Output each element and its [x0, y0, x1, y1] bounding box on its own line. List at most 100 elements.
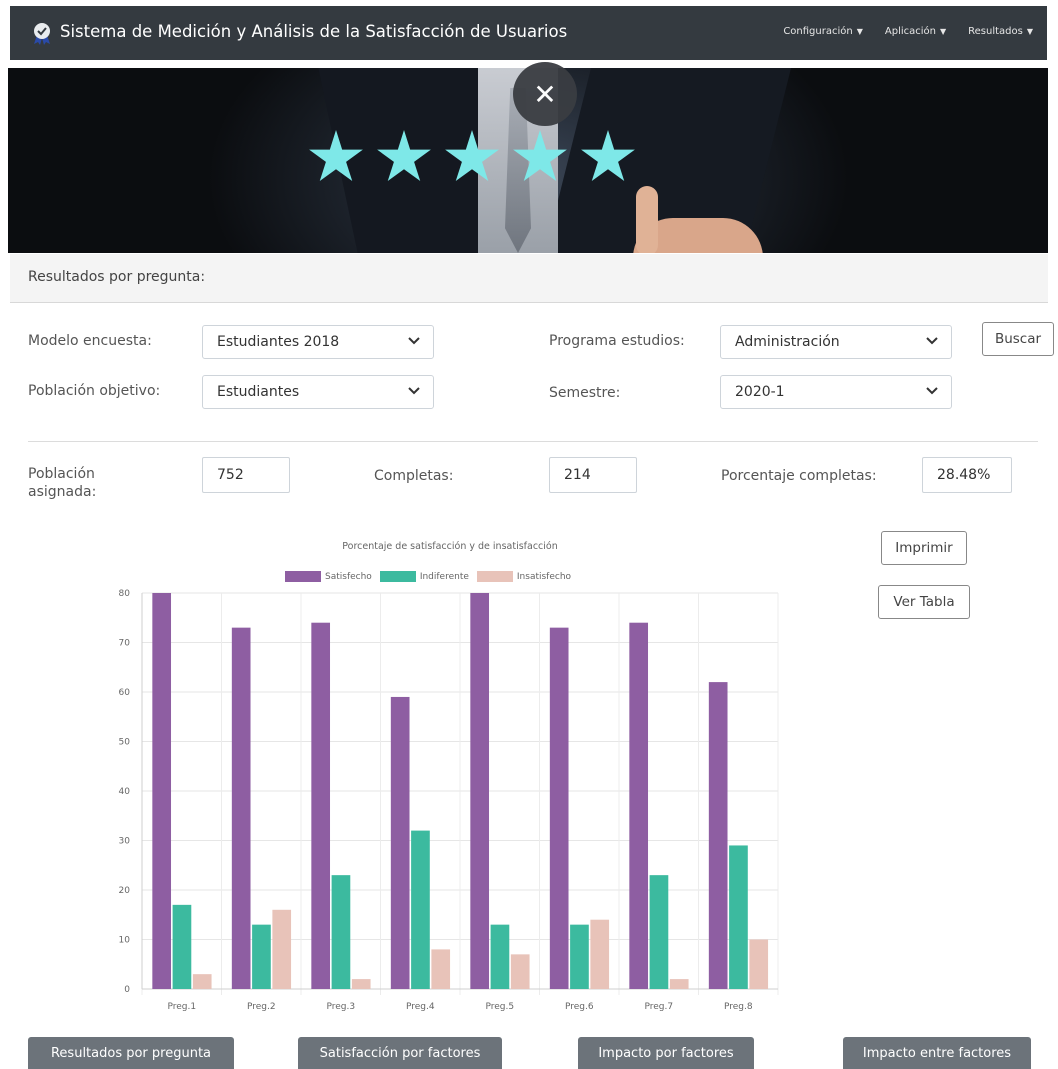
bar-satisfecho — [708, 682, 728, 989]
menu-label: Configuración — [783, 26, 853, 37]
bar-satisfecho — [390, 696, 410, 989]
semestre-select[interactable]: 2020-1 — [720, 375, 952, 409]
bar-satisfecho — [549, 627, 569, 989]
menu-configuracion[interactable]: Configuración ▼ — [783, 26, 863, 37]
completas-field[interactable]: 214 — [549, 457, 637, 493]
imprimir-button[interactable]: Imprimir — [881, 531, 967, 565]
legend-swatch — [476, 571, 513, 582]
y-tick-label: 60 — [119, 688, 131, 698]
menu-aplicacion[interactable]: Aplicación ▼ — [885, 26, 946, 37]
legend-label: Insatisfecho — [516, 571, 572, 582]
bar-satisfecho — [231, 627, 251, 989]
impacto-entre-factores-button[interactable]: Impacto entre factores — [843, 1037, 1031, 1069]
bar-insatisfecho — [669, 979, 689, 989]
legend-swatch — [379, 571, 416, 582]
bar-chart: 0 10 20 30 40 50 60 70 80 Preg.1 Preg.2 Preg.3 Preg.… — [119, 589, 779, 1012]
impacto-por-factores-button[interactable]: Impacto por factores — [578, 1037, 754, 1069]
legend-swatch — [285, 571, 321, 582]
menu-label: Resultados — [968, 26, 1023, 37]
bar-indiferente — [490, 924, 510, 989]
bar-insatisfecho — [510, 954, 530, 989]
y-tick-label: 10 — [119, 936, 131, 946]
x-tick-label: Preg.1 — [167, 1002, 196, 1012]
poblacion-value: Estudiantes — [217, 384, 300, 400]
x-tick-label: Preg.2 — [247, 1002, 276, 1012]
semestre-label: Semestre: — [549, 385, 621, 401]
bar-indiferente — [252, 924, 271, 989]
chart-title: Porcentaje de satisfacción y de insatisf… — [342, 541, 558, 552]
bar-indiferente — [331, 875, 351, 989]
bar-insatisfecho — [749, 939, 769, 989]
x-tick-label: Preg.5 — [485, 1002, 514, 1012]
bar-insatisfecho — [590, 919, 610, 989]
rating-stars — [308, 130, 636, 186]
bar-satisfecho — [152, 593, 172, 989]
top-navbar: Sistema de Medición y Análisis de la Sat… — [10, 6, 1047, 60]
chevron-down-icon — [408, 387, 420, 395]
legend-item-indiferente[interactable]: Indiferente — [379, 571, 469, 582]
caret-down-icon: ▼ — [1026, 27, 1033, 36]
chart-legend: Satisfecho Indiferente Insatisfecho — [285, 571, 571, 582]
bar-indiferente — [411, 830, 430, 989]
legend-label: Indiferente — [419, 571, 469, 582]
x-tick-label: Preg.6 — [565, 1002, 594, 1012]
porcentaje-label: Porcentaje completas: — [721, 468, 877, 484]
asignada-label-line1: Población — [28, 466, 95, 482]
asignada-field[interactable]: 752 — [202, 457, 290, 493]
completas-label: Completas: — [374, 468, 454, 484]
banner-finger — [636, 186, 658, 253]
semestre-value: 2020-1 — [735, 384, 785, 400]
ver-tabla-button[interactable]: Ver Tabla — [878, 585, 970, 619]
app-title: Sistema de Medición y Análisis de la Sat… — [60, 22, 568, 41]
section-header: Resultados por pregunta: — [10, 254, 1048, 303]
x-tick-label: Preg.8 — [724, 1002, 753, 1012]
bar-insatisfecho — [192, 974, 212, 989]
star-icon — [377, 130, 431, 181]
y-tick-label: 20 — [119, 886, 131, 896]
y-tick-label: 50 — [119, 738, 131, 748]
bar-indiferente — [570, 924, 589, 989]
caret-down-icon: ▼ — [856, 27, 863, 36]
satisfaccion-por-factores-button[interactable]: Satisfacción por factores — [298, 1037, 502, 1069]
poblacion-select[interactable]: Estudiantes — [202, 375, 434, 409]
star-icon — [445, 130, 499, 181]
modelo-value: Estudiantes 2018 — [217, 334, 340, 350]
legend-label: Satisfecho — [325, 571, 372, 582]
menu-label: Aplicación — [884, 26, 936, 37]
badge-check-icon — [34, 23, 50, 45]
legend-item-insatisfecho[interactable]: Insatisfecho — [476, 571, 572, 582]
y-tick-label: 70 — [119, 639, 131, 649]
chevron-down-icon — [926, 387, 938, 395]
poblacion-label: Población objetivo: — [28, 383, 161, 399]
x-tick-label: Preg.4 — [406, 1002, 435, 1012]
section-title: Resultados por pregunta: — [28, 269, 206, 285]
programa-select[interactable]: Administración — [720, 325, 952, 359]
chevron-down-icon — [408, 337, 420, 345]
programa-label: Programa estudios: — [549, 333, 685, 349]
y-tick-label: 30 — [119, 837, 131, 847]
buscar-button[interactable]: Buscar — [982, 322, 1054, 356]
star-icon — [309, 130, 363, 181]
chevron-down-icon — [926, 337, 938, 345]
caret-down-icon: ▼ — [939, 27, 947, 36]
bar-insatisfecho — [351, 979, 371, 989]
menu-resultados[interactable]: Resultados ▼ — [968, 26, 1033, 37]
y-tick-label: 0 — [124, 985, 130, 995]
porcentaje-field[interactable]: 28.48% — [922, 457, 1012, 493]
bar-indiferente — [172, 904, 192, 989]
modelo-select[interactable]: Estudiantes 2018 — [202, 325, 434, 359]
bar-indiferente — [649, 875, 669, 989]
legend-item-satisfecho[interactable]: Satisfecho — [285, 571, 372, 582]
bar-satisfecho — [311, 622, 331, 989]
x-tick-label: Preg.7 — [644, 1002, 673, 1012]
star-icon — [513, 130, 567, 181]
y-tick-label: 40 — [119, 787, 131, 797]
resultados-por-pregunta-button[interactable]: Resultados por pregunta — [28, 1037, 234, 1069]
programa-value: Administración — [735, 334, 840, 350]
divider — [28, 441, 1038, 442]
bar-satisfecho — [470, 593, 490, 989]
bar-insatisfecho — [431, 949, 451, 989]
bar-insatisfecho — [272, 909, 292, 989]
close-icon[interactable]: ✕ — [513, 62, 577, 126]
x-tick-label: Preg.3 — [326, 1002, 355, 1012]
